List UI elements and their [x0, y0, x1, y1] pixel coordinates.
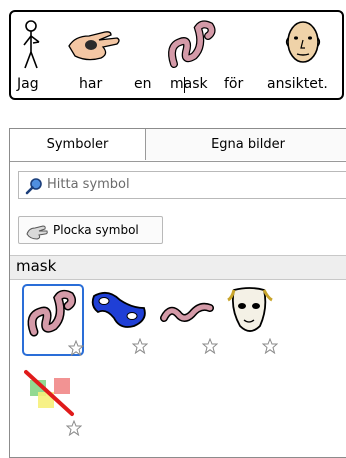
hand-holding-icon	[68, 31, 120, 61]
tab-symboler[interactable]: Symboler	[10, 129, 146, 160]
favorite-star-icon[interactable]	[202, 338, 218, 354]
symbol-result-theatre-mask[interactable]	[218, 284, 280, 356]
pick-symbol-label: Plocka symbol	[53, 223, 139, 237]
worm-icon	[160, 302, 214, 322]
pick-symbol-button[interactable]: Plocka symbol	[18, 216, 163, 244]
pick-hand-icon	[26, 225, 48, 240]
search-icon	[25, 178, 42, 195]
worm-icon	[168, 20, 216, 68]
favorite-star-icon[interactable]	[68, 340, 84, 356]
sentence-strip[interactable]: Jag har en mask för ansiktet.	[9, 10, 344, 100]
no-symbol-icon	[24, 370, 74, 416]
tab-egna-bilder[interactable]: Egna bilder	[146, 129, 346, 160]
word-ansiktet[interactable]: ansiktet.	[265, 16, 328, 96]
favorite-star-icon[interactable]	[66, 420, 82, 436]
symbol-result-worm[interactable]	[22, 284, 84, 356]
tab-bar: Symboler Egna bilder	[10, 129, 346, 162]
word-label: ansiktet.	[267, 76, 328, 92]
result-header: mask	[10, 255, 346, 280]
word-har[interactable]: har	[65, 16, 125, 96]
symbol-result-eye-mask[interactable]	[88, 284, 150, 356]
worm-icon	[27, 289, 77, 337]
symbol-result-no-symbol[interactable]	[22, 366, 84, 438]
result-query: mask	[16, 257, 57, 275]
symbol-result-worm-2[interactable]	[158, 284, 220, 356]
word-mask[interactable]: mask	[164, 16, 224, 96]
search-placeholder: Hitta symbol	[47, 177, 130, 192]
search-field[interactable]: Hitta symbol	[18, 171, 346, 199]
eye-mask-icon	[91, 291, 146, 328]
word-label: mask	[170, 76, 208, 92]
favorite-star-icon[interactable]	[132, 338, 148, 354]
favorite-star-icon[interactable]	[262, 338, 278, 354]
theatre-mask-icon	[227, 287, 273, 332]
text-cursor	[184, 77, 185, 93]
symbol-panel: Symboler Egna bilder Hitta symbol Plocka…	[9, 128, 346, 458]
face-icon	[285, 21, 321, 63]
